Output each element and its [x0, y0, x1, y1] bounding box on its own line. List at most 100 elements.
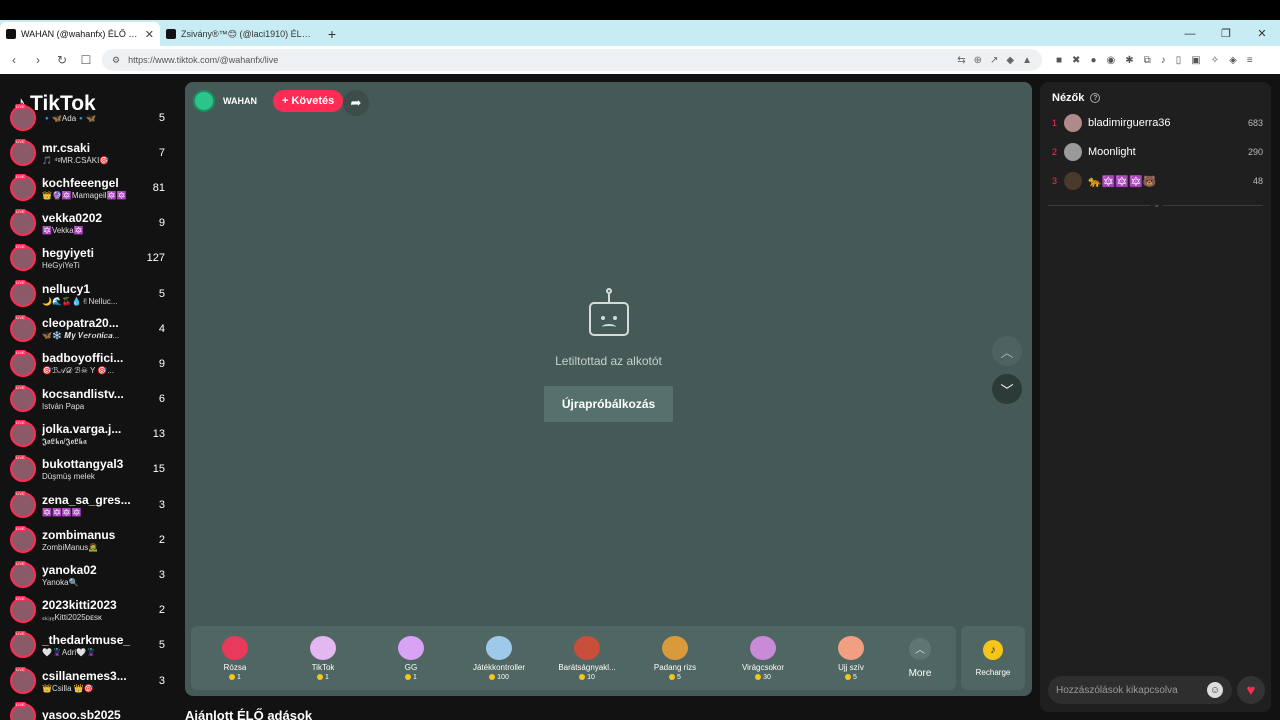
expand-chevron-down-icon[interactable]: ⌄: [1151, 199, 1163, 210]
next-live-chevron-down-icon[interactable]: ﹀: [992, 374, 1022, 404]
close-tab-icon[interactable]: ✕: [145, 28, 154, 41]
gift-item[interactable]: Rózsa 1: [191, 635, 279, 681]
restore-button[interactable]: ❐: [1208, 22, 1244, 46]
comment-input[interactable]: Hozzászólások kikapcsolva: [1048, 676, 1232, 704]
following-live-list: 🔹🦋Ada🔹🦋 5 mr.csaki🎵 ⁴ᵍMR.CSÁKI🎯 7 kochfe…: [0, 103, 175, 720]
browser-tab-wahan[interactable]: WAHAN (@wahanfx) ÉLŐ adásb… ✕: [0, 22, 160, 46]
tiktok-live-page: ♪ TikTok 🔹🦋Ada🔹🦋 5 mr.csaki🎵 ⁴ᵍMR.CSÁKI🎯…: [0, 74, 1280, 720]
emoji-icon[interactable]: ☺: [1207, 682, 1223, 698]
extensions-toolbar: ■ ✖ ● ◉ ✱ ⧉ ♪ ▯ ▣ ✧ ◈ ≡: [1056, 55, 1253, 66]
following-item[interactable]: vekka0202🔯Vekka🔯 9: [0, 206, 175, 241]
following-item[interactable]: cleopatra20...🦋❄️ 𝑴𝒚 𝑽𝒆𝒓𝒐𝒏𝒊𝒄𝒂... 4: [0, 311, 175, 346]
viewer-count: 13: [152, 428, 165, 441]
menu-icon[interactable]: ≡: [1247, 55, 1253, 66]
following-item[interactable]: badboyoffici...🎯ℬ𝒜𝒟 ℬ☠ Y 🎯... 9: [0, 346, 175, 381]
following-name: zena_sa_gres...: [42, 492, 131, 507]
following-item[interactable]: yanoka02Yanoka🔍 3: [0, 557, 175, 592]
brave-shield-icon[interactable]: ◆: [1006, 55, 1014, 66]
forward-icon[interactable]: ›: [30, 53, 46, 67]
following-name: nellucy1: [42, 281, 91, 296]
address-bar[interactable]: ⚙ https://www.tiktok.com/@wahanfx/live ⇆…: [102, 49, 1042, 71]
following-nickname: ₛₖᵢᵣₑKitti2025ᴅᴇsᴋ: [42, 613, 102, 623]
host-name[interactable]: WAHAN: [223, 96, 265, 106]
following-item[interactable]: _thedarkmuse_🤍🦹Adri🤍🦹 5: [0, 628, 175, 663]
gift-price: 5: [669, 674, 681, 681]
gift-item[interactable]: Barátságnyakl... 10: [543, 635, 631, 681]
following-item[interactable]: 2023kitti2023ₛₖᵢᵣₑKitti2025ᴅᴇsᴋ 2: [0, 593, 175, 628]
avatar: [10, 314, 36, 342]
following-item[interactable]: hegyiyetiHeGyiYeTi 127: [0, 241, 175, 276]
extension-icon[interactable]: ●: [1090, 55, 1096, 66]
wallet-icon[interactable]: ▣: [1191, 55, 1200, 66]
sidebar-icon[interactable]: ▯: [1176, 55, 1182, 66]
following-item[interactable]: zena_sa_gres...🔯🔯🔯🔯 3: [0, 487, 175, 522]
help-icon[interactable]: ?: [1090, 93, 1101, 103]
viewers-panel: Nézők ? 1 bladimirguerra36 683 2 Moonlig…: [1040, 82, 1271, 712]
site-info-icon[interactable]: ⚙: [112, 55, 120, 66]
previous-live-chevron-up-icon[interactable]: ︿: [992, 336, 1022, 366]
coin-icon: [317, 674, 324, 680]
following-item[interactable]: yasoo.sb2025: [0, 698, 175, 720]
share-page-icon[interactable]: ↗: [990, 55, 998, 66]
zoom-icon[interactable]: ⊕: [974, 55, 982, 66]
address-bar-actions: ⇆ ⊕ ↗ ◆ ▲: [957, 55, 1032, 66]
music-icon[interactable]: ♪: [1161, 55, 1166, 66]
extension-icon[interactable]: ■: [1056, 55, 1062, 66]
following-name: hegyiyeti: [42, 246, 95, 261]
tiktok-gift-icon: [310, 635, 336, 660]
following-item[interactable]: mr.csaki🎵 ⁴ᵍMR.CSÁKI🎯 7: [0, 135, 175, 170]
tab-title: Zsivány®™😊 (@laci1910) ÉLŐ a…: [181, 28, 314, 39]
following-name: zombimanus: [42, 527, 116, 542]
gift-item[interactable]: Padang rizs 5: [631, 635, 719, 681]
recommended-lives-heading: Ajánlott ÉLŐ adások: [185, 708, 313, 720]
viewer-count: 9: [158, 357, 165, 370]
gift-item[interactable]: Játékkontroller 100: [455, 635, 543, 681]
blocked-text: Letiltottad az alkotót: [555, 354, 662, 368]
gift-name: Ujj szív: [838, 662, 864, 672]
following-item[interactable]: jolka.varga.j...𝕵𝖔𝕷𝖐𝖆/𝕵𝖔𝕷𝖐𝖆 13: [0, 417, 175, 452]
like-heart-icon[interactable]: ♥: [1237, 676, 1265, 704]
following-item[interactable]: 🔹🦋Ada🔹🦋 5: [0, 100, 175, 135]
back-icon[interactable]: ‹: [6, 53, 22, 67]
following-item[interactable]: bukottangyal3Düşmüş melek 15: [0, 452, 175, 487]
extension-icon[interactable]: ◉: [1106, 55, 1115, 66]
viewer-row[interactable]: 1 bladimirguerra36 683: [1052, 114, 1263, 132]
host-avatar[interactable]: [193, 90, 215, 112]
reload-icon[interactable]: ↻: [54, 53, 70, 67]
rewards-icon[interactable]: ▲: [1022, 55, 1032, 66]
retry-button[interactable]: Újrapróbálkozás: [543, 386, 674, 422]
following-item[interactable]: csillanemes3...👑Csilla 👑🎯 3: [0, 663, 175, 698]
follow-button[interactable]: + Követés: [273, 90, 344, 112]
following-item[interactable]: zombimanusZombiManus🧟 2: [0, 522, 175, 557]
gift-item[interactable]: GG 1: [367, 635, 455, 681]
viewer-name: 🐆🔯🔯🔯🐻: [1088, 175, 1157, 188]
close-window-button[interactable]: ✕: [1244, 22, 1280, 46]
extension-icon[interactable]: ✖: [1072, 55, 1080, 66]
gift-item[interactable]: Virágcsokor 30: [719, 635, 807, 681]
translate-icon[interactable]: ⇆: [957, 55, 965, 66]
gift-item[interactable]: Ujj szív 5: [807, 635, 895, 681]
puzzle-icon[interactable]: ⧉: [1144, 55, 1151, 66]
gift-name: Rózsa: [223, 662, 247, 672]
following-item[interactable]: nellucy1🌙🌊🍒💧✌Nelluc... 5: [0, 276, 175, 311]
window-controls: — ❐ ✕: [1172, 22, 1280, 46]
more-gifts-button[interactable]: ︿ More: [895, 637, 945, 679]
following-nickname: 🔹🦋Ada🔹🦋: [42, 113, 97, 123]
ai-icon[interactable]: ✧: [1211, 55, 1219, 66]
bookmark-icon[interactable]: ☐: [78, 53, 94, 67]
share-icon[interactable]: ➦: [343, 90, 369, 116]
vpn-icon[interactable]: ◈: [1229, 55, 1237, 66]
viewer-row[interactable]: 3 🐆🔯🔯🔯🐻 48: [1052, 172, 1263, 190]
following-name: cleopatra20...: [42, 316, 119, 331]
recharge-button[interactable]: ♪ Recharge: [961, 626, 1025, 690]
extension-icon[interactable]: ✱: [1125, 55, 1133, 66]
viewer-row[interactable]: 2 Moonlight 290: [1052, 143, 1263, 161]
following-item[interactable]: kocsandlistv...István Papa 6: [0, 382, 175, 417]
browser-tab-zsivany[interactable]: Zsivány®™😊 (@laci1910) ÉLŐ a…: [160, 22, 320, 46]
new-tab-button[interactable]: +: [320, 22, 344, 46]
gift-price: 1: [405, 674, 417, 681]
gift-item[interactable]: TikTok 1: [279, 635, 367, 681]
minimize-button[interactable]: —: [1172, 22, 1208, 46]
following-item[interactable]: kochfeeengel👑🔮🔯Mamageil🔯🔯 81: [0, 170, 175, 205]
viewer-name: bladimirguerra36: [1088, 117, 1171, 129]
